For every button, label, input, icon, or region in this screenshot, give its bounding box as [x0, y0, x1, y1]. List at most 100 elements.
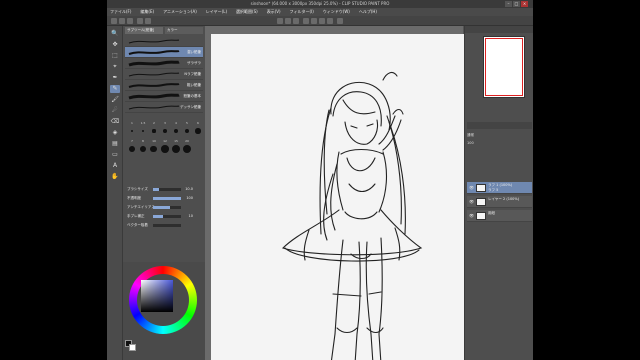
layer-row[interactable]: 👁 ラフ 1 (100%) ラフ 5	[467, 182, 532, 194]
airbrush-icon[interactable]: ☄	[110, 107, 120, 115]
layer-subname: ラフ 5	[488, 188, 499, 192]
move-icon[interactable]: ✥	[110, 41, 120, 49]
property-row[interactable]: ブラシサイズ 10.0	[125, 186, 203, 193]
new-icon[interactable]	[111, 18, 117, 24]
brush-item[interactable]: 鉛筆の基本	[125, 91, 203, 102]
layer-opacity[interactable]: 100	[467, 140, 532, 146]
menu-help[interactable]: ヘルプ(H)	[359, 9, 377, 15]
brush-item[interactable]: Nラフ鉛筆	[125, 69, 203, 80]
canvas-area[interactable]	[205, 26, 466, 360]
menu-filter[interactable]: フィルター(I)	[290, 9, 314, 15]
tab-subtool[interactable]: サブツール[鉛筆]	[125, 27, 163, 34]
text-icon[interactable]: A	[110, 162, 120, 170]
ruler-icon[interactable]	[337, 18, 343, 24]
navigator-view-frame[interactable]	[485, 38, 523, 96]
open-icon[interactable]	[119, 18, 125, 24]
pencil-icon[interactable]: ✎	[110, 85, 120, 93]
size-label: 20	[185, 139, 189, 143]
menu-animation[interactable]: アニメーション(A)	[163, 9, 197, 15]
brush-size-dot[interactable]	[171, 144, 180, 154]
property-slider[interactable]	[153, 206, 181, 209]
layer-blend-mode[interactable]: 通常	[467, 132, 532, 138]
menu-edit[interactable]: 編集(E)	[140, 9, 154, 15]
brush-size-dot[interactable]	[173, 128, 179, 134]
brush-size-dot[interactable]	[141, 129, 145, 133]
right-panel: 通常 100 👁 ラフ 1 (100%) ラフ 5 👁 レイヤー 2 (100%) 👁 用紙	[464, 26, 533, 360]
size-dot-row	[125, 144, 203, 154]
lasso-icon[interactable]: ⬚	[110, 52, 120, 60]
crop-icon[interactable]	[293, 18, 299, 24]
canvas-paper[interactable]	[211, 34, 466, 360]
property-slider[interactable]	[153, 197, 181, 200]
brush-stroke-preview	[128, 50, 180, 55]
menu-selection[interactable]: 選択範囲(S)	[236, 9, 258, 15]
slider-fill	[153, 188, 159, 191]
gradient-icon[interactable]: ▤	[110, 140, 120, 148]
eye-icon[interactable]: 👁	[469, 185, 474, 190]
save-icon[interactable]	[127, 18, 133, 24]
fill-icon[interactable]: ◈	[110, 129, 120, 137]
property-row[interactable]: ベクター吸着	[125, 222, 203, 229]
brush-item[interactable]: デッサン鉛筆	[125, 102, 203, 113]
snap-grid-icon[interactable]	[327, 18, 333, 24]
brush-item[interactable]	[125, 36, 203, 47]
brush-name: 濃い鉛筆	[187, 50, 201, 54]
saturation-value-square[interactable]	[141, 280, 173, 312]
menu-file[interactable]: ファイル(F)	[110, 9, 131, 15]
eyedropper-icon[interactable]: ⌖	[110, 63, 120, 71]
eye-icon[interactable]: 👁	[469, 199, 474, 204]
menu-window[interactable]: ウィンドウ(W)	[323, 9, 350, 15]
app-window: sinshoon* (64.000 x 3000px 350dpi 25.0%)…	[107, 0, 533, 360]
brush-name: 粗い鉛筆	[187, 83, 201, 87]
tab-color[interactable]: カラー	[165, 27, 203, 34]
property-slider[interactable]	[153, 215, 181, 218]
property-slider[interactable]	[153, 188, 181, 191]
brush-icon[interactable]: 🖌	[110, 96, 120, 104]
redo-icon[interactable]	[145, 18, 151, 24]
brush-item[interactable]: ザラザラ	[125, 58, 203, 69]
brush-item[interactable]: 濃い鉛筆	[125, 47, 203, 58]
brush-name: ザラザラ	[187, 61, 201, 65]
menu-layer[interactable]: レイヤー(L)	[206, 9, 227, 15]
brush-size-dot[interactable]	[139, 145, 147, 153]
sketch-drawing	[281, 71, 423, 360]
clear-icon[interactable]	[277, 18, 283, 24]
brush-size-dot[interactable]	[182, 144, 192, 154]
deselect-icon[interactable]	[285, 18, 291, 24]
property-row[interactable]: 不透明度 100	[125, 195, 203, 202]
layer-row[interactable]: 👁 用紙	[467, 210, 532, 222]
brush-size-dot[interactable]	[131, 130, 133, 132]
minimize-button[interactable]: –	[505, 1, 512, 7]
brush-size-dot[interactable]	[129, 146, 135, 152]
color-wheel-panel	[123, 262, 205, 360]
property-row[interactable]: 手ブレ補正 10	[125, 213, 203, 220]
command-bar: CLIP STUDIO PAINT sinshoon* (64.000 x 30…	[107, 16, 533, 47]
navigator-preview[interactable]	[483, 36, 525, 98]
undo-icon[interactable]	[137, 18, 143, 24]
layer-row[interactable]: 👁 レイヤー 2 (100%)	[467, 196, 532, 208]
menu-view[interactable]: 表示(V)	[267, 9, 281, 15]
brush-size-dot[interactable]	[152, 129, 156, 133]
eraser-icon[interactable]: ⌫	[110, 118, 120, 126]
brush-stroke-preview	[128, 93, 180, 100]
snap-ruler-icon[interactable]	[319, 18, 325, 24]
close-button[interactable]: ×	[521, 1, 528, 7]
eye-icon[interactable]: 👁	[469, 213, 474, 218]
maximize-button[interactable]: □	[513, 1, 520, 7]
brush-size-dot[interactable]	[161, 145, 169, 153]
brush-item[interactable]: 粗い鉛筆	[125, 80, 203, 91]
brush-size-dot[interactable]	[195, 128, 201, 134]
property-slider[interactable]	[153, 224, 181, 227]
pen-icon[interactable]: ✒	[110, 74, 120, 82]
brush-size-dot[interactable]	[163, 129, 167, 133]
zoom-icon[interactable]: 🔍	[110, 30, 120, 38]
size-label: 15	[174, 139, 178, 143]
brush-size-dot[interactable]	[184, 128, 190, 134]
figure-icon[interactable]: ▭	[110, 151, 120, 159]
fill-selection-icon[interactable]	[311, 18, 317, 24]
brush-size-dot[interactable]	[150, 145, 158, 153]
sub-color-swatch[interactable]	[129, 344, 136, 351]
invert-icon[interactable]	[303, 18, 309, 24]
hand-icon[interactable]: ✋	[110, 173, 120, 181]
property-row[interactable]: アンチエイリアス	[125, 204, 203, 211]
